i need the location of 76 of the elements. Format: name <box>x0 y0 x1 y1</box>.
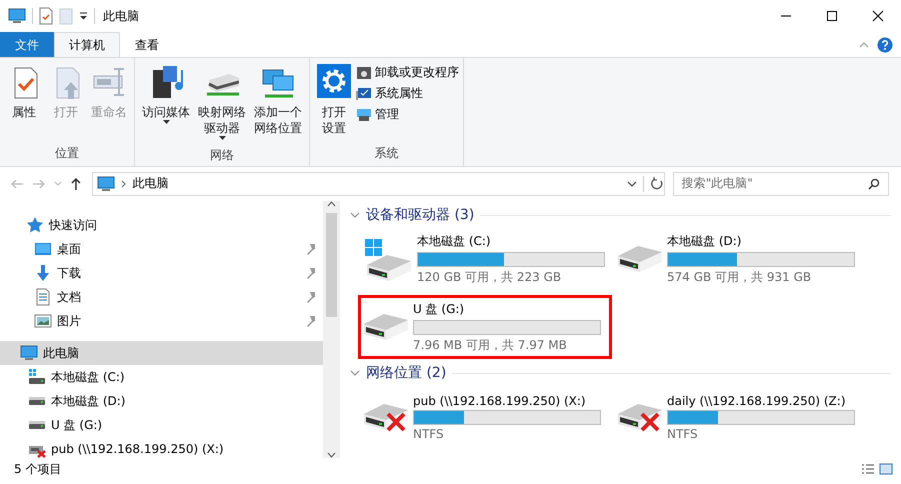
group-label: 网络 <box>209 147 235 164</box>
download-arrow-icon <box>34 264 52 282</box>
ribbon-button[interactable]: 访问媒体 <box>139 62 193 146</box>
computer-icon <box>20 344 38 362</box>
desktop-icon <box>34 240 52 258</box>
program-box-icon <box>356 64 372 80</box>
computer-management-icon <box>356 106 372 122</box>
ribbon-button[interactable]: 打开 设置 <box>314 62 354 144</box>
help-icon[interactable] <box>877 36 893 52</box>
up-arrow-icon[interactable] <box>70 176 82 190</box>
window-title: 此电脑 <box>103 8 139 24</box>
picture-icon <box>34 312 52 330</box>
dropdown-caret-icon[interactable] <box>79 12 88 20</box>
sidebar-item[interactable]: 下载 <box>0 261 323 285</box>
drive-name[interactable]: daily (\\192.168.199.250) (Z:) <box>667 394 855 408</box>
file-menu-tab[interactable]: 文件 <box>0 32 54 57</box>
search-icon <box>868 178 880 190</box>
breadcrumb[interactable]: 此电脑 <box>132 175 621 192</box>
item-count: 5 个项目 <box>14 460 62 478</box>
settings-icon <box>317 64 351 100</box>
drive-details: NTFS <box>413 426 445 440</box>
drive-icon <box>28 368 46 386</box>
ribbon-button[interactable]: 管理 <box>356 106 459 123</box>
computer-icon <box>96 174 115 192</box>
network-drive-icon <box>617 402 663 432</box>
ribbon-button[interactable]: 卸载或更改程序 <box>356 64 459 81</box>
sidebar-item[interactable]: U 盘 (G:) <box>0 413 323 437</box>
section-header[interactable]: 网络位置 (2) <box>366 364 446 382</box>
details-view-icon[interactable] <box>861 463 875 475</box>
document-icon <box>34 288 52 306</box>
ribbon-button[interactable]: 映射网络 驱动器 <box>195 62 249 146</box>
drive-name[interactable]: pub (\\192.168.199.250) (X:) <box>413 394 601 408</box>
drive-icon <box>28 396 46 406</box>
drive-icon <box>363 313 409 341</box>
drive-name[interactable]: U 盘 (G:) <box>413 300 601 318</box>
chevron-down-icon[interactable] <box>350 369 360 377</box>
large-icons-view-icon[interactable] <box>879 463 893 475</box>
checked-monitor-icon <box>356 86 372 102</box>
group-label: 位置 <box>54 145 80 162</box>
computer-icon[interactable] <box>8 7 26 25</box>
sidebar-item[interactable]: 文档 <box>0 285 323 309</box>
drive-name[interactable]: 本地磁盘 (D:) <box>667 232 855 250</box>
dropdown-caret-icon[interactable] <box>626 180 637 188</box>
scroll-up-icon <box>327 201 336 207</box>
ribbon-tab[interactable]: 计算机 <box>54 32 120 57</box>
drive-details: 574 GB 可用，共 931 GB <box>667 268 812 286</box>
address-field[interactable]: 此电脑 <box>92 172 665 196</box>
chevron-down-icon[interactable] <box>350 211 360 219</box>
properties-icon[interactable] <box>39 7 53 25</box>
refresh-icon[interactable] <box>650 176 664 190</box>
star-icon <box>26 216 44 234</box>
chevron-icon <box>120 180 127 188</box>
collapse-caret-icon[interactable] <box>859 40 869 48</box>
group-label: 系统 <box>374 145 400 162</box>
ribbon-button[interactable]: 添加一个 网络位置 <box>251 62 305 146</box>
ribbon-tab[interactable]: 查看 <box>120 32 174 57</box>
drive-icon <box>617 245 663 273</box>
sidebar-item[interactable]: 图片 <box>0 309 323 333</box>
sidebar-item[interactable]: 快速访问 <box>0 213 323 237</box>
scroll-down-icon <box>327 452 336 458</box>
sidebar-item[interactable]: 桌面 <box>0 237 323 261</box>
drive-details: 7.96 MB 可用，共 7.97 MB <box>413 336 568 354</box>
sidebar-item[interactable]: 本地磁盘 (D:) <box>0 389 323 413</box>
sidebar-item[interactable]: pub (\\192.168.199.250) (X:) <box>0 437 323 458</box>
drive-icon <box>28 420 46 430</box>
search-field[interactable]: 搜索"此电脑" <box>672 172 889 196</box>
ribbon-button[interactable]: 系统属性 <box>356 85 459 102</box>
drive-name[interactable]: 本地磁盘 (C:) <box>417 232 605 250</box>
ribbon-button[interactable]: 属性 <box>4 62 44 144</box>
drive-details: NTFS <box>667 426 699 440</box>
network-drive-icon <box>363 402 409 432</box>
drive-details: 120 GB 可用，共 223 GB <box>417 268 562 286</box>
sidebar-item[interactable]: 本地磁盘 (C:) <box>0 365 323 389</box>
section-header[interactable]: 设备和驱动器 (3) <box>366 206 474 224</box>
scrollbar[interactable] <box>323 201 340 458</box>
sidebar-item[interactable]: 此电脑 <box>0 341 323 365</box>
